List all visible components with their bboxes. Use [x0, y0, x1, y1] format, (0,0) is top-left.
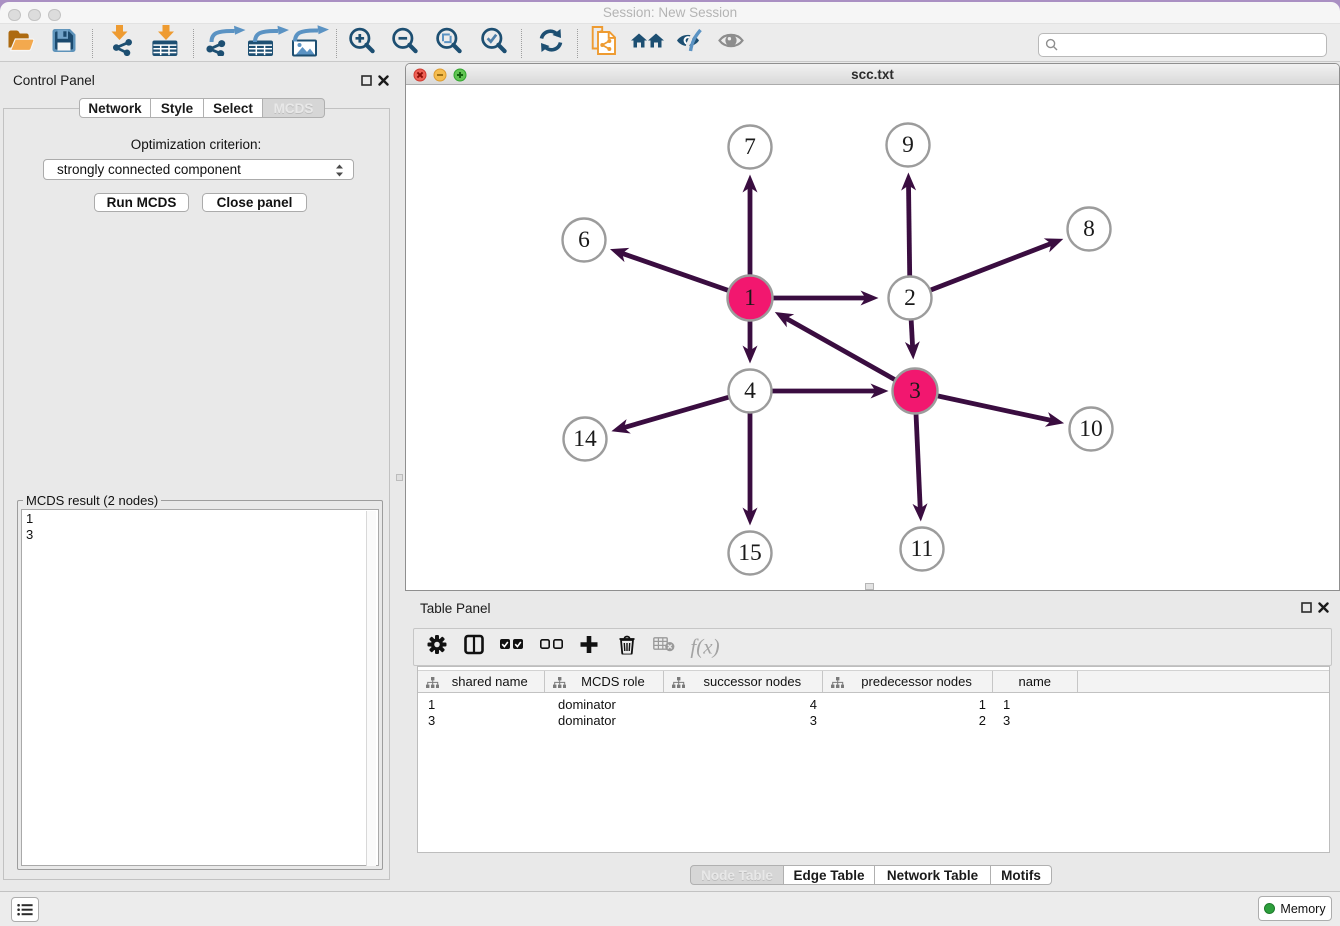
svg-text:15: 15: [738, 540, 762, 566]
svg-text:10: 10: [1079, 416, 1103, 442]
svg-text:8: 8: [1083, 216, 1095, 242]
svg-text:2: 2: [904, 285, 916, 311]
svg-text:4: 4: [744, 378, 756, 404]
svg-text:1: 1: [744, 285, 756, 311]
svg-text:6: 6: [578, 227, 590, 253]
svg-text:11: 11: [911, 536, 934, 562]
svg-text:7: 7: [744, 134, 756, 160]
svg-text:14: 14: [573, 426, 597, 452]
svg-text:3: 3: [909, 378, 921, 404]
svg-text:9: 9: [902, 132, 914, 158]
